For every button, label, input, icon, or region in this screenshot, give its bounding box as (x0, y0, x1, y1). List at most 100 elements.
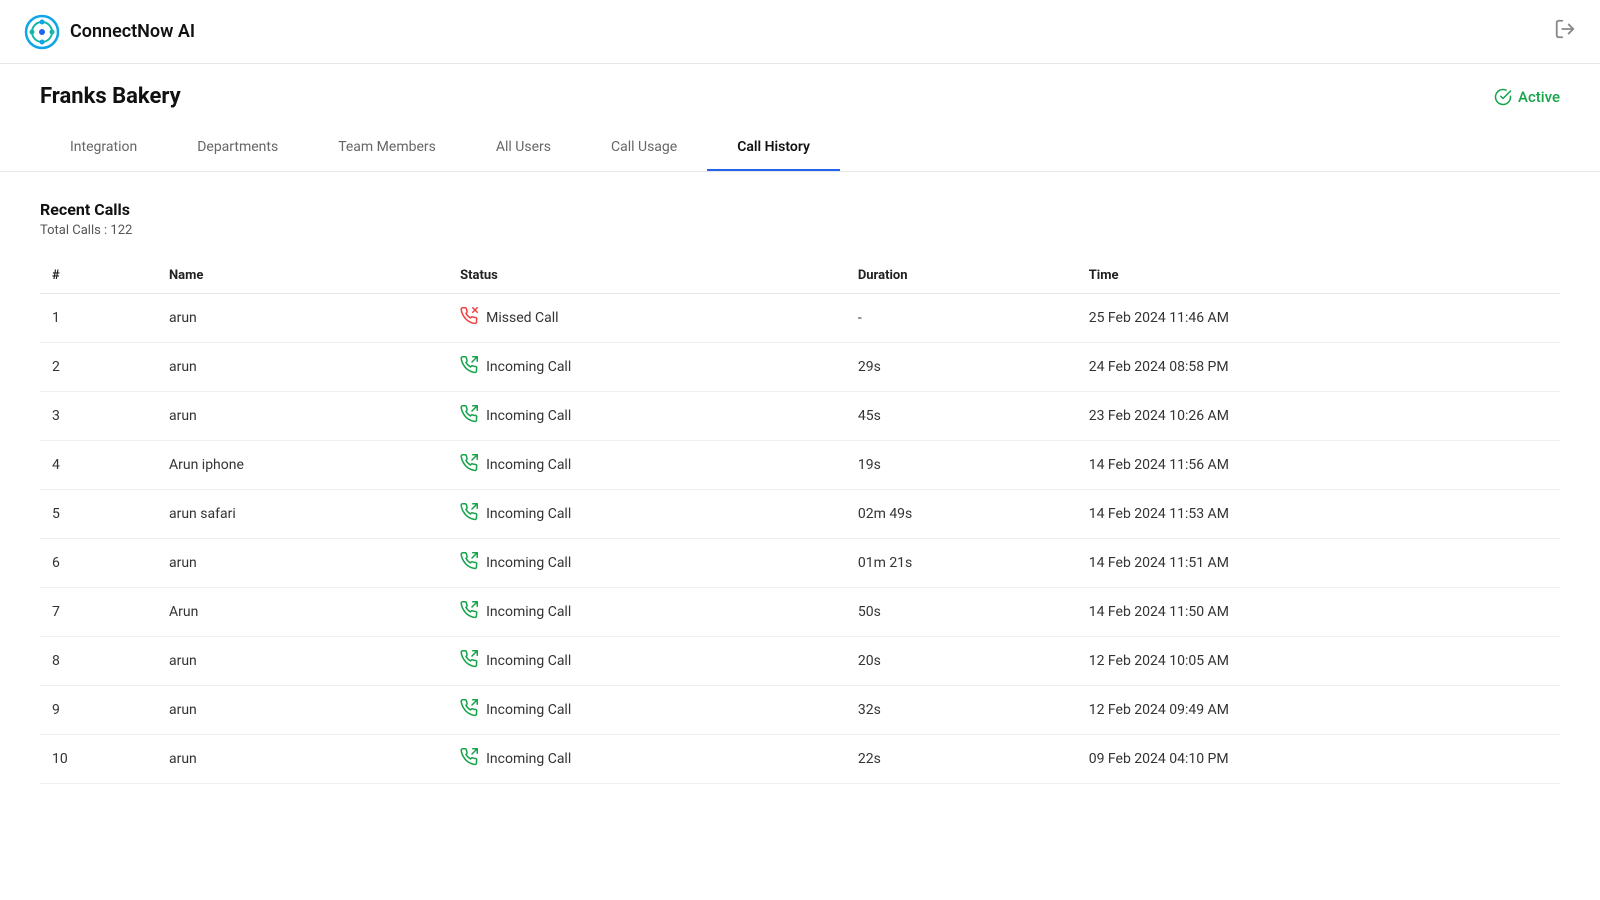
incoming-call-icon (460, 552, 478, 574)
tab-all-users[interactable]: All Users (466, 125, 581, 171)
table-row: 7Arun Incoming Call50s14 Feb 2024 11:50 … (40, 588, 1560, 637)
row-status: Incoming Call (448, 490, 846, 539)
incoming-call-icon (460, 699, 478, 721)
tabs-container: IntegrationDepartmentsTeam MembersAll Us… (0, 125, 1600, 172)
row-duration: 20s (846, 637, 1077, 686)
row-status: Incoming Call (448, 735, 846, 784)
incoming-call-icon (460, 650, 478, 672)
row-time: 09 Feb 2024 04:10 PM (1077, 735, 1560, 784)
row-duration: 19s (846, 441, 1077, 490)
row-status: Incoming Call (448, 343, 846, 392)
content-area: Recent Calls Total Calls : 122 #NameStat… (0, 172, 1600, 812)
tab-call-history[interactable]: Call History (707, 125, 840, 171)
row-num: 7 (40, 588, 157, 637)
col-header-name: Name (157, 258, 448, 294)
status-text: Incoming Call (486, 653, 571, 669)
status-text: Incoming Call (486, 751, 571, 767)
table-row: 2arun Incoming Call 29s24 Feb 2024 08:58 … (40, 343, 1560, 392)
row-name: arun (157, 686, 448, 735)
row-duration: 22s (846, 735, 1077, 784)
incoming-call-icon (460, 454, 478, 476)
row-time: 14 Feb 2024 11:50 AM (1077, 588, 1560, 637)
table-row: 6arun Incoming Call01m 21s14 Feb 2024 11… (40, 539, 1560, 588)
row-time: 23 Feb 2024 10:26 AM (1077, 392, 1560, 441)
row-name: arun (157, 294, 448, 343)
table-header: #NameStatusDurationTime (40, 258, 1560, 294)
missed-call-icon (460, 307, 478, 329)
row-status: Incoming Call (448, 686, 846, 735)
incoming-call-icon (460, 601, 478, 623)
logo-area: ConnectNow AI (24, 14, 195, 50)
row-name: arun (157, 392, 448, 441)
table-row: 10arun Incoming Call 22s09 Feb 2024 04:10… (40, 735, 1560, 784)
table-row: 1arun Missed Call -25 Feb 2024 11:46 AM (40, 294, 1560, 343)
row-num: 2 (40, 343, 157, 392)
tab-team-members[interactable]: Team Members (308, 125, 466, 171)
logout-icon[interactable] (1554, 18, 1576, 45)
row-name: arun (157, 539, 448, 588)
table-row: 3arun Incoming Call 45s23 Feb 2024 10:26 … (40, 392, 1560, 441)
row-duration: 45s (846, 392, 1077, 441)
row-status: Incoming Call (448, 441, 846, 490)
row-num: 4 (40, 441, 157, 490)
row-name: Arun iphone (157, 441, 448, 490)
row-num: 9 (40, 686, 157, 735)
row-name: arun (157, 735, 448, 784)
status-text: Incoming Call (486, 408, 571, 424)
row-time: 12 Feb 2024 10:05 AM (1077, 637, 1560, 686)
status-text: Incoming Call (486, 555, 571, 571)
row-name: arun safari (157, 490, 448, 539)
row-name: arun (157, 343, 448, 392)
table-row: 9arun Incoming Call 32s12 Feb 2024 09:49 … (40, 686, 1560, 735)
incoming-call-icon (460, 356, 478, 378)
row-num: 5 (40, 490, 157, 539)
row-time: 14 Feb 2024 11:53 AM (1077, 490, 1560, 539)
status-text: Incoming Call (486, 359, 571, 375)
col-header-time: Time (1077, 258, 1560, 294)
total-calls: Total Calls : 122 (40, 223, 1560, 238)
logo-icon (24, 14, 60, 50)
row-status: Incoming Call (448, 588, 846, 637)
incoming-call-icon (460, 748, 478, 770)
table-body: 1arun Missed Call-25 Feb 2024 11:46 AM2a… (40, 294, 1560, 784)
row-num: 3 (40, 392, 157, 441)
incoming-call-icon (460, 405, 478, 427)
table-row: 8arun Incoming Call20s12 Feb 2024 10:05 … (40, 637, 1560, 686)
row-duration: 29s (846, 343, 1077, 392)
row-status: Incoming Call (448, 392, 846, 441)
row-time: 24 Feb 2024 08:58 PM (1077, 343, 1560, 392)
status-badge: Active (1494, 88, 1560, 106)
top-nav: ConnectNow AI (0, 0, 1600, 64)
table-row: 5arun safari Incoming Call02m 49s14 Feb … (40, 490, 1560, 539)
row-duration: - (846, 294, 1077, 343)
col-header-status: Status (448, 258, 846, 294)
table-row: 4Arun iphone Incoming Call 19s14 Feb 2024… (40, 441, 1560, 490)
row-duration: 32s (846, 686, 1077, 735)
recent-calls-title: Recent Calls (40, 200, 1560, 219)
app-name: ConnectNow AI (70, 21, 195, 42)
status-text: Incoming Call (486, 457, 571, 473)
row-num: 8 (40, 637, 157, 686)
row-duration: 50s (846, 588, 1077, 637)
row-status: Incoming Call (448, 637, 846, 686)
status-label: Active (1518, 88, 1560, 106)
tab-departments[interactable]: Departments (167, 125, 308, 171)
tab-call-usage[interactable]: Call Usage (581, 125, 707, 171)
row-status: Missed Call (448, 294, 846, 343)
row-time: 12 Feb 2024 09:49 AM (1077, 686, 1560, 735)
row-time: 14 Feb 2024 11:56 AM (1077, 441, 1560, 490)
col-header-num: # (40, 258, 157, 294)
row-status: Incoming Call (448, 539, 846, 588)
row-name: Arun (157, 588, 448, 637)
tab-integration[interactable]: Integration (40, 125, 167, 171)
check-circle-icon (1494, 88, 1512, 106)
row-num: 10 (40, 735, 157, 784)
page-header: Franks Bakery Active (0, 64, 1600, 109)
row-num: 1 (40, 294, 157, 343)
row-duration: 02m 49s (846, 490, 1077, 539)
status-text: Missed Call (486, 310, 558, 326)
row-time: 25 Feb 2024 11:46 AM (1077, 294, 1560, 343)
incoming-call-icon (460, 503, 478, 525)
page-title: Franks Bakery (40, 84, 181, 109)
status-text: Incoming Call (486, 702, 571, 718)
